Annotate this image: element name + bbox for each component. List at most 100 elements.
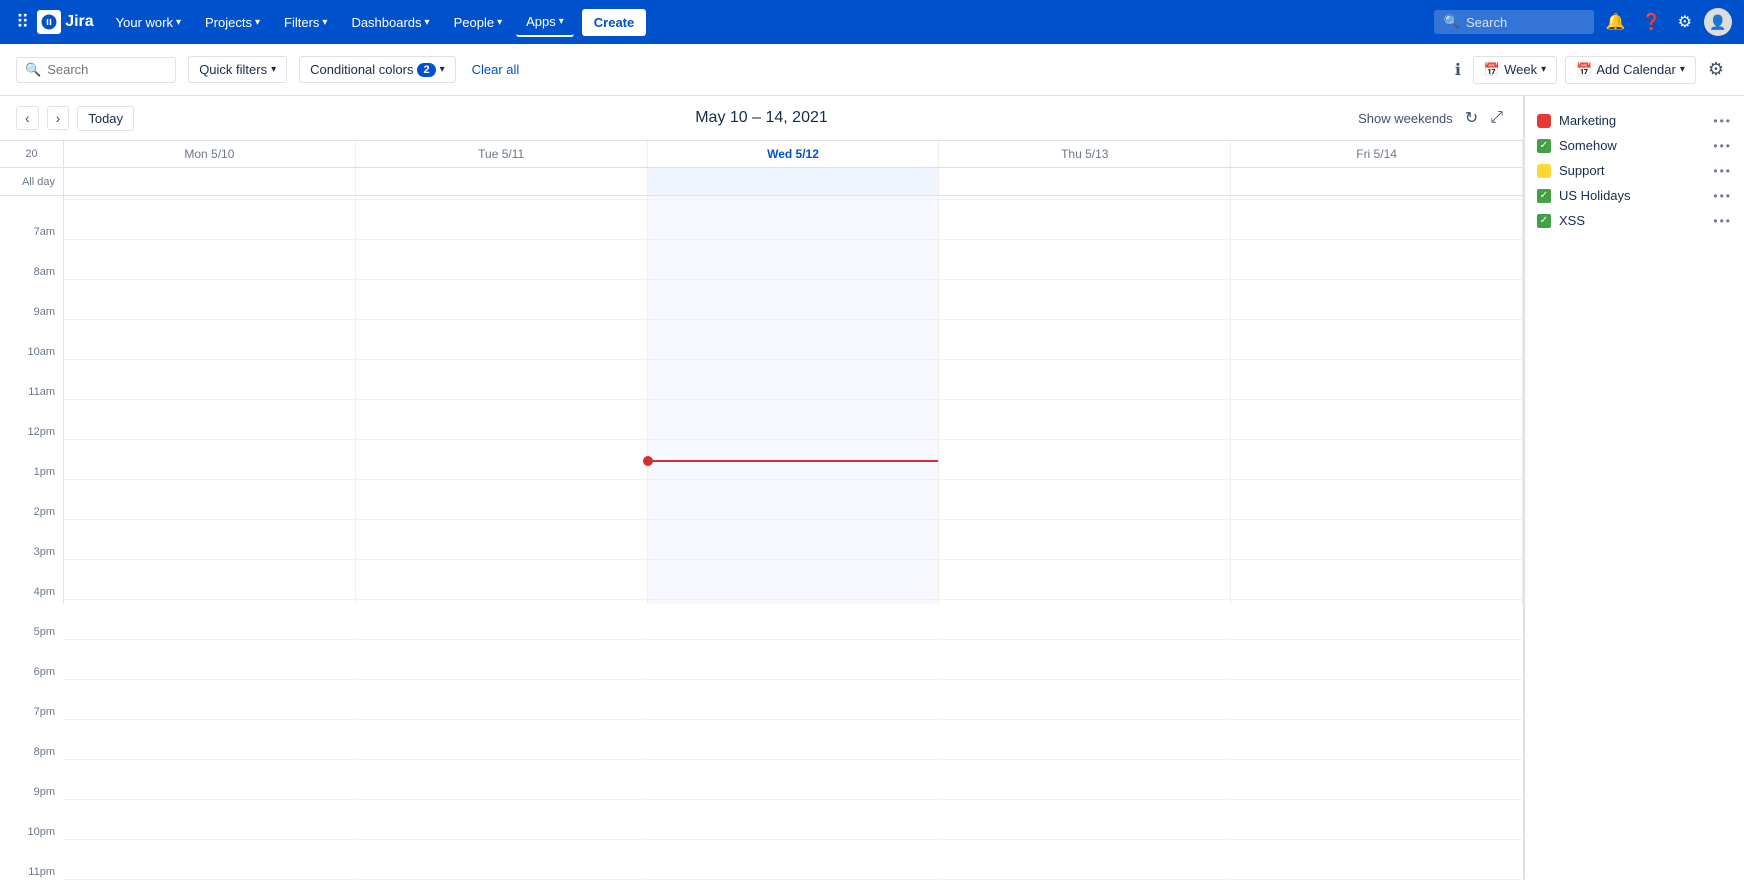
- add-calendar-button[interactable]: 📅 Add Calendar ▾: [1565, 56, 1696, 84]
- day-columns: [64, 196, 1523, 604]
- day-header-mon[interactable]: Mon 5/10: [64, 141, 356, 167]
- global-search[interactable]: 🔍 Search: [1434, 10, 1594, 34]
- nav-filters[interactable]: Filters ▾: [274, 9, 337, 36]
- day-header-fri[interactable]: Fri 5/14: [1231, 141, 1523, 167]
- allday-mon[interactable]: [64, 168, 356, 195]
- grid-icon[interactable]: ⠿: [12, 8, 33, 37]
- hour-line: [939, 760, 1230, 800]
- prev-week-button[interactable]: ‹: [16, 106, 39, 130]
- avatar[interactable]: 👤: [1704, 8, 1732, 36]
- time-label-4pm: 4pm: [0, 560, 63, 600]
- nav-projects[interactable]: Projects ▾: [195, 9, 270, 36]
- allday-wed[interactable]: [648, 168, 940, 195]
- search-input[interactable]: [47, 62, 167, 77]
- col-tue[interactable]: [356, 196, 648, 604]
- col-thu[interactable]: [939, 196, 1231, 604]
- refresh-button[interactable]: ↻: [1461, 104, 1482, 132]
- hour-line: [1231, 680, 1522, 720]
- info-button[interactable]: ℹ: [1451, 56, 1465, 84]
- day-headers: 20 Mon 5/10 Tue 5/11 Wed 5/12 Thu 5/13 F…: [0, 141, 1523, 168]
- allday-fri[interactable]: [1231, 168, 1523, 195]
- nav-right: 🔍 Search 🔔 ❓ ⚙ 👤: [1434, 8, 1732, 36]
- hour-line: [356, 520, 647, 560]
- col-fri[interactable]: [1231, 196, 1523, 604]
- hour-line: [1231, 760, 1522, 800]
- hour-line: [648, 600, 939, 640]
- calendar-more-icon[interactable]: •••: [1713, 114, 1732, 128]
- jira-logo[interactable]: Jira: [37, 10, 93, 34]
- calendar-name: US Holidays: [1559, 188, 1705, 203]
- time-label-10am: 10am: [0, 320, 63, 360]
- hour-line: [356, 360, 647, 400]
- hour-line: [64, 680, 355, 720]
- allday-tue[interactable]: [356, 168, 648, 195]
- col-wed[interactable]: [648, 196, 940, 604]
- quick-filters-button[interactable]: Quick filters ▾: [188, 56, 287, 83]
- hour-line: [648, 480, 939, 520]
- time-grid[interactable]: 12am1am2am3am4am5am6am7am8am9am10am11am1…: [0, 196, 1523, 880]
- calendar-more-icon[interactable]: •••: [1713, 214, 1732, 228]
- hour-line: [939, 520, 1230, 560]
- calendar-nav-row: ‹ › Today May 10 – 14, 2021 Show weekend…: [0, 96, 1523, 141]
- hour-line: [648, 760, 939, 800]
- current-time-indicator: [648, 460, 939, 462]
- sidebar-calendar-marketing[interactable]: Marketing•••: [1525, 108, 1744, 133]
- next-week-button[interactable]: ›: [47, 106, 70, 130]
- settings-icon[interactable]: ⚙: [1674, 8, 1696, 36]
- toolbar-search-box[interactable]: 🔍: [16, 57, 176, 83]
- hour-line: [64, 480, 355, 520]
- calendar-checkbox[interactable]: ✓: [1537, 189, 1551, 203]
- allday-thu[interactable]: [939, 168, 1231, 195]
- day-header-tue[interactable]: Tue 5/11: [356, 141, 648, 167]
- calendar-more-icon[interactable]: •••: [1713, 164, 1732, 178]
- create-button[interactable]: Create: [582, 9, 646, 36]
- show-weekends-toggle[interactable]: Show weekends: [1358, 111, 1453, 126]
- calendar-checkbox[interactable]: ✓: [1537, 139, 1551, 153]
- time-label-11am: 11am: [0, 360, 63, 400]
- today-button[interactable]: Today: [77, 106, 134, 131]
- sidebar-calendar-somehow[interactable]: ✓Somehow•••: [1525, 133, 1744, 158]
- hour-line: [1231, 560, 1522, 600]
- hour-line: [64, 640, 355, 680]
- col-mon[interactable]: [64, 196, 356, 604]
- conditional-colors-button[interactable]: Conditional colors 2 ▾: [299, 56, 456, 83]
- hour-line: [939, 480, 1230, 520]
- nav-people[interactable]: People ▾: [444, 9, 513, 36]
- day-header-wed[interactable]: Wed 5/12: [648, 141, 940, 167]
- day-header-thu[interactable]: Thu 5/13: [939, 141, 1231, 167]
- calendar-checkbox[interactable]: ✓: [1537, 214, 1551, 228]
- hour-line: [64, 200, 355, 240]
- week-view-selector[interactable]: 📅 Week ▾: [1473, 56, 1557, 84]
- hour-line: [939, 240, 1230, 280]
- hour-line: [1231, 240, 1522, 280]
- hour-line: [64, 600, 355, 640]
- hour-line: [648, 360, 939, 400]
- hour-line: [648, 400, 939, 440]
- calendar-more-icon[interactable]: •••: [1713, 189, 1732, 203]
- quick-filters-chevron: ▾: [271, 64, 276, 75]
- hour-line: [939, 200, 1230, 240]
- notifications-icon[interactable]: 🔔: [1602, 8, 1630, 36]
- nav-apps[interactable]: Apps ▾: [516, 8, 574, 37]
- sidebar-calendar-xss[interactable]: ✓XSS•••: [1525, 208, 1744, 233]
- time-label-9am: 9am: [0, 280, 63, 320]
- hour-line: [64, 360, 355, 400]
- sidebar-calendar-support[interactable]: Support•••: [1525, 158, 1744, 183]
- nav-dashboards[interactable]: Dashboards ▾: [341, 9, 439, 36]
- hour-line: [356, 240, 647, 280]
- hour-line: [64, 840, 355, 880]
- calendar-settings-button[interactable]: ⚙: [1704, 55, 1728, 84]
- hour-line: [356, 320, 647, 360]
- clear-all-button[interactable]: Clear all: [472, 62, 520, 77]
- calendar-more-icon[interactable]: •••: [1713, 139, 1732, 153]
- hour-line: [939, 600, 1230, 640]
- hour-line: [648, 200, 939, 240]
- hour-line: [939, 640, 1230, 680]
- sidebar-calendar-us-holidays[interactable]: ✓ US Holidays •••: [1525, 183, 1744, 208]
- hour-line: [356, 600, 647, 640]
- week-number: 20: [0, 141, 64, 167]
- time-label-1pm: 1pm: [0, 440, 63, 480]
- nav-your-work[interactable]: Your work ▾: [106, 9, 191, 36]
- help-icon[interactable]: ❓: [1638, 8, 1666, 36]
- expand-button[interactable]: ⤢: [1486, 104, 1507, 132]
